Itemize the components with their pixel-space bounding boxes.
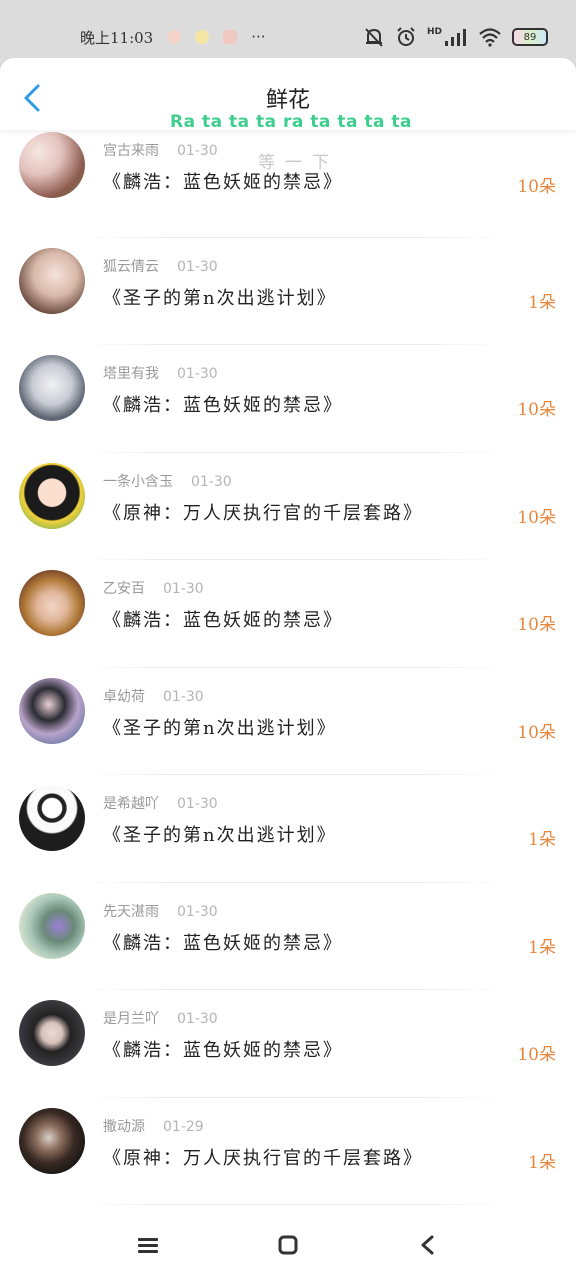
status-left: 晚上11:03 ··· xyxy=(80,27,266,48)
list-item[interactable]: 是月兰吖 01-30 《麟浩：蓝色妖姬的禁忌》 10朵 xyxy=(0,990,576,1098)
notification-app-icon xyxy=(167,30,182,44)
flower-count: 10朵 xyxy=(517,1045,556,1065)
battery-indicator: 89 xyxy=(512,28,548,46)
user-line: 撒动源 01-29 xyxy=(103,1116,204,1136)
flower-count: 1朵 xyxy=(528,1152,556,1173)
avatar[interactable] xyxy=(19,892,85,959)
avatar[interactable] xyxy=(19,1107,85,1174)
book-title[interactable]: 《圣子的第n次出逃计划》 xyxy=(103,284,337,310)
user-name[interactable]: 先天湛雨 xyxy=(103,904,159,920)
list-item[interactable]: 是希越吖 01-30 《圣子的第n次出逃计划》 1朵 xyxy=(0,775,576,883)
book-title[interactable]: 《圣子的第n次出逃计划》 xyxy=(103,821,337,847)
book-title[interactable]: 《麟浩：蓝色妖姬的禁忌》 xyxy=(103,168,343,194)
user-name[interactable]: 塔里有我 xyxy=(103,366,159,382)
book-title[interactable]: 《麟浩：蓝色妖姬的禁忌》 xyxy=(103,929,343,955)
date: 01-29 xyxy=(163,1118,204,1135)
flower-count: 10朵 xyxy=(517,507,556,528)
flower-count: 1朵 xyxy=(528,937,556,958)
home-button[interactable] xyxy=(273,1230,303,1260)
date: 01-30 xyxy=(191,473,232,490)
flower-count: 10朵 xyxy=(517,722,556,743)
date: 01-30 xyxy=(177,258,218,275)
date: 01-30 xyxy=(163,581,204,597)
book-title[interactable]: 《原神：万人厌执行官的千层套路》 xyxy=(103,499,423,525)
user-name[interactable]: 一条小含玉 xyxy=(103,474,173,490)
date: 01-30 xyxy=(177,796,218,812)
list-item[interactable]: 一条小含玉 01-30 《原神：万人厌执行官的千层套路》 10朵 xyxy=(0,453,576,561)
system-back-button[interactable] xyxy=(413,1230,443,1260)
avatar[interactable] xyxy=(19,247,85,314)
page-title: 鲜花 xyxy=(265,88,310,113)
recent-apps-button[interactable] xyxy=(133,1230,163,1260)
book-title[interactable]: 《麟浩：蓝色妖姬的禁忌》 xyxy=(103,391,343,417)
book-title[interactable]: 《麟浩：蓝色妖姬的禁忌》 xyxy=(103,1036,343,1062)
wifi-icon xyxy=(479,28,501,47)
list-item[interactable]: 乙安百 01-30 《麟浩：蓝色妖姬的禁忌》 10朵 xyxy=(0,560,576,668)
user-name[interactable]: 是希越吖 xyxy=(103,796,159,812)
list-item[interactable]: 先天湛雨 01-30 《麟浩：蓝色妖姬的禁忌》 1朵 xyxy=(0,883,576,991)
avatar[interactable] xyxy=(19,570,85,636)
avatar[interactable] xyxy=(19,785,85,851)
user-line: 是希越吖 01-30 xyxy=(103,793,218,813)
avatar[interactable] xyxy=(19,462,85,529)
date: 01-30 xyxy=(163,688,204,705)
book-title[interactable]: 《圣子的第n次出逃计划》 xyxy=(103,714,337,740)
flower-count: 1朵 xyxy=(528,292,556,313)
avatar[interactable] xyxy=(19,677,85,744)
flower-count: 10朵 xyxy=(517,400,556,420)
signal-icon xyxy=(445,29,466,46)
avatar[interactable] xyxy=(19,132,85,198)
battery-level: 89 xyxy=(523,31,537,43)
avatar[interactable] xyxy=(19,1000,85,1066)
date: 01-30 xyxy=(177,1011,218,1027)
alarm-icon xyxy=(397,27,415,46)
date: 01-30 xyxy=(177,366,218,382)
user-name[interactable]: 乙安百 xyxy=(103,581,145,597)
book-title[interactable]: 《原神：万人厌执行官的千层套路》 xyxy=(103,1144,423,1170)
flower-count: 10朵 xyxy=(517,615,556,635)
user-line: 狐云倩云 01-30 xyxy=(103,256,218,276)
user-line: 是月兰吖 01-30 xyxy=(103,1008,218,1028)
menu-icon xyxy=(138,1238,158,1253)
hd-label: HD xyxy=(426,27,442,37)
list-item[interactable]: 撒动源 01-29 《原神：万人厌执行官的千层套路》 1朵 xyxy=(0,1098,576,1206)
gift-list: 宫古来雨 01-30 《麟浩：蓝色妖姬的禁忌》 10朵 狐云倩云 01-30 《圣子… xyxy=(0,130,576,1205)
list-item[interactable]: 卓幼荷 01-30 《圣子的第n次出逃计划》 10朵 xyxy=(0,668,576,776)
list-item[interactable]: 狐云倩云 01-30 《圣子的第n次出逃计划》 1朵 xyxy=(0,238,576,346)
mute-bell-icon xyxy=(365,28,383,47)
triangle-back-icon xyxy=(421,1235,434,1255)
flower-count: 1朵 xyxy=(528,830,556,850)
list-item[interactable]: 塔里有我 01-30 《麟浩：蓝色妖姬的禁忌》 10朵 xyxy=(0,345,576,453)
user-line: 卓幼荷 01-30 xyxy=(103,686,204,706)
system-nav-bar xyxy=(0,1210,576,1280)
book-title[interactable]: 《麟浩：蓝色妖姬的禁忌》 xyxy=(103,606,343,632)
list-item[interactable]: 宫古来雨 01-30 《麟浩：蓝色妖姬的禁忌》 10朵 xyxy=(0,130,576,238)
user-line: 塔里有我 01-30 xyxy=(103,363,218,383)
user-name[interactable]: 是月兰吖 xyxy=(103,1011,159,1027)
status-time: 晚上11:03 xyxy=(80,28,154,47)
user-line: 先天湛雨 01-30 xyxy=(103,901,218,921)
marquee-text: Ra ta ta ta ra ta ta ta ta xyxy=(170,112,412,132)
more-notifications-icon: ··· xyxy=(251,28,266,46)
user-name[interactable]: 狐云倩云 xyxy=(103,259,159,275)
flower-count: 10朵 xyxy=(517,177,556,197)
user-line: 一条小含玉 01-30 xyxy=(103,471,232,491)
avatar[interactable] xyxy=(19,355,85,421)
notification-app-icon xyxy=(195,30,210,44)
user-name[interactable]: 撒动源 xyxy=(103,1119,145,1135)
square-home-icon xyxy=(278,1235,298,1255)
date: 01-30 xyxy=(177,143,218,159)
user-name[interactable]: 宫古来雨 xyxy=(103,143,159,159)
user-line: 乙安百 01-30 xyxy=(103,578,204,598)
date: 01-30 xyxy=(177,903,218,920)
notification-app-icon xyxy=(223,30,238,44)
status-right: HD 89 xyxy=(363,26,548,48)
user-line: 宫古来雨 01-30 xyxy=(103,140,218,160)
user-name[interactable]: 卓幼荷 xyxy=(103,689,145,705)
